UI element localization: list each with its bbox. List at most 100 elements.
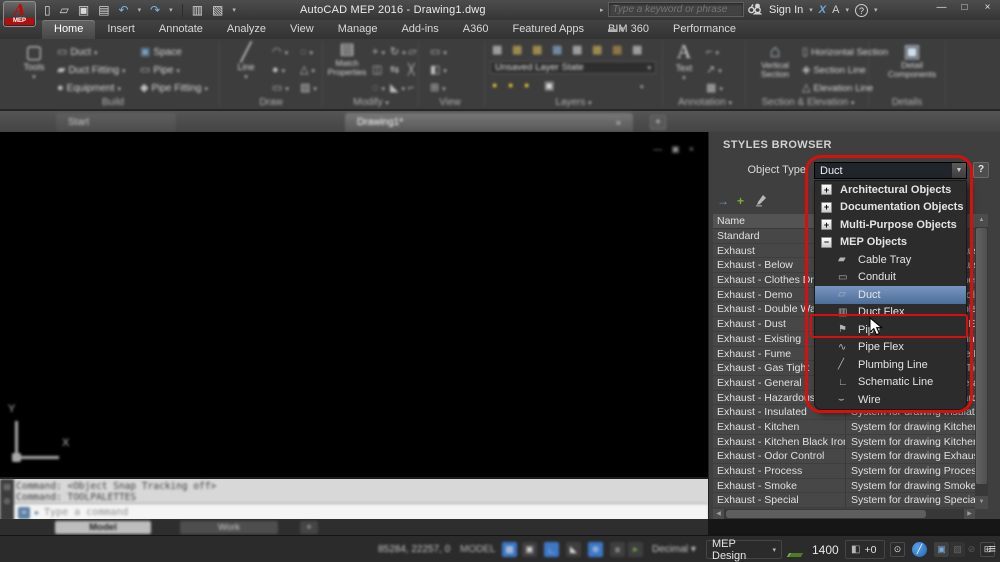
table-button[interactable]: ▦ ▾: [706, 83, 723, 94]
leader-button[interactable]: ↗ ▾: [706, 65, 722, 76]
viewport-config-button[interactable]: ◧ ▾: [430, 65, 447, 76]
details-panel-label[interactable]: Details: [870, 97, 944, 108]
save-icon[interactable]: ▣: [78, 4, 89, 16]
rectangle-button[interactable]: ▭ ▾: [272, 83, 289, 94]
drawing-canvas[interactable]: — ▣ × Y X: [0, 132, 708, 477]
scrollbar-thumb[interactable]: [726, 510, 926, 518]
horizontal-scrollbar[interactable]: ◀ ▶: [713, 509, 975, 519]
tree-expander-icon[interactable]: +: [821, 201, 832, 213]
ribbon-tab[interactable]: Manage: [326, 20, 390, 39]
circle-button[interactable]: ● ▾: [272, 65, 285, 76]
clean-screen-icon[interactable]: ▣: [934, 542, 949, 557]
ortho-mode-icon[interactable]: ∟: [544, 542, 559, 557]
layout-tab-model[interactable]: Model: [55, 521, 151, 534]
layer-bulb-3[interactable]: ●: [524, 81, 529, 90]
layers-panel-label[interactable]: Layers ▾: [485, 97, 662, 108]
array-button[interactable]: ◣ ▾: [390, 83, 405, 94]
qat-customize-icon[interactable]: ▾: [232, 6, 236, 14]
dropdown-item[interactable]: ▥ Duct Flex: [815, 304, 966, 322]
close-icon[interactable]: ×: [979, 2, 996, 13]
match-properties-button[interactable]: ▤ Match Properties: [327, 42, 367, 77]
ribbon-tab[interactable]: A360: [451, 20, 501, 39]
ribbon-tab[interactable]: Home: [42, 20, 96, 39]
dropdown-item[interactable]: ▭ Conduit: [815, 269, 966, 287]
snap-mode-icon[interactable]: ▣: [522, 542, 537, 557]
application-menu-button[interactable]: A MEP: [3, 1, 36, 27]
dropdown-item[interactable]: + Documentation Objects: [815, 199, 966, 217]
section-line-button[interactable]: ◈ Section Line: [802, 65, 866, 77]
duct-button[interactable]: ▭ Duct ▾: [57, 47, 97, 59]
layer-current-button[interactable]: ▣: [544, 81, 554, 92]
tree-expander-icon[interactable]: +: [821, 184, 832, 196]
tools-button[interactable]: ▢ Tools ▾: [14, 43, 54, 81]
layer-properties-button[interactable]: ▦: [492, 45, 502, 56]
viewport-minimize-icon[interactable]: —: [653, 144, 662, 155]
redo-icon[interactable]: ↷: [150, 4, 160, 16]
search-collapse-icon[interactable]: ▸: [600, 6, 604, 14]
ribbon-tab[interactable]: Add-ins: [389, 20, 450, 39]
scroll-up-icon[interactable]: ▲: [975, 214, 988, 227]
polygon-button[interactable]: △ ▾: [300, 65, 315, 76]
scrollbar-thumb[interactable]: [976, 228, 987, 484]
elevation-line-button[interactable]: △ Elevation Line: [802, 83, 873, 95]
sign-in-label[interactable]: Sign In: [769, 4, 803, 16]
dropdown-item[interactable]: ⌣ Wire: [815, 391, 966, 409]
copy-button[interactable]: ◫: [372, 65, 382, 76]
dropdown-item[interactable]: ∟ Schematic Line: [815, 374, 966, 392]
command-history-icon[interactable]: ▤: [0, 482, 14, 491]
horizontal-section-button[interactable]: ▯ Horizontal Section: [802, 47, 888, 59]
vertical-scrollbar[interactable]: ▲ ▼: [975, 214, 988, 509]
dropdown-item[interactable]: ▰ Cable Tray: [815, 251, 966, 269]
view-panel-label[interactable]: View: [418, 97, 482, 108]
viewport-restore-icon[interactable]: ▣: [671, 144, 680, 155]
close-tab-icon[interactable]: ×: [616, 118, 621, 128]
replace-z-control[interactable]: ◧ +0: [845, 540, 885, 559]
ribbon-tab[interactable]: Annotate: [147, 20, 215, 39]
table-row[interactable]: Exhaust - Odor Control System for drawin…: [713, 449, 975, 464]
ribbon-tab[interactable]: Insert: [95, 20, 147, 39]
space-button[interactable]: ▣ Space: [140, 47, 182, 59]
isolate-objects-icon[interactable]: ⊙: [890, 542, 905, 557]
model-space-badge[interactable]: MODEL: [460, 544, 496, 555]
help-icon[interactable]: ?: [854, 3, 868, 17]
exchange-apps-icon[interactable]: X: [819, 4, 826, 16]
ribbon-tab[interactable]: Featured Apps: [500, 20, 596, 39]
ribbon-tab[interactable]: BIM 360: [596, 20, 661, 39]
scroll-left-icon[interactable]: ◀: [713, 509, 724, 519]
ribbon-tab[interactable]: Performance: [661, 20, 748, 39]
layer-combo-arrow[interactable]: ▾: [640, 83, 644, 91]
customization-menu-icon[interactable]: ≡: [988, 542, 996, 555]
undo-icon[interactable]: ↶: [119, 4, 129, 16]
dimension-button[interactable]: ⌐ ▾: [706, 47, 719, 58]
layer-match-button[interactable]: ▦: [592, 45, 602, 56]
maximize-icon[interactable]: □: [956, 2, 973, 13]
elevation-value[interactable]: 1400: [812, 543, 839, 557]
dynamic-input-icon[interactable]: ▸: [628, 542, 643, 557]
osnap-icon[interactable]: ⊕: [588, 542, 603, 557]
build-panel-label[interactable]: Build: [10, 97, 216, 108]
workspace-switcher[interactable]: MEP Design ▾: [706, 538, 782, 562]
layer-state-combo[interactable]: Unsaved Layer State ▾: [490, 61, 656, 74]
purge-style-icon[interactable]: [755, 194, 767, 210]
redo-dropdown-icon[interactable]: ▾: [169, 6, 173, 14]
apply-style-icon[interactable]: →: [717, 194, 729, 208]
polar-tracking-icon[interactable]: ◣: [566, 542, 581, 557]
search-input[interactable]: [607, 2, 744, 17]
undo-dropdown-icon[interactable]: ▾: [138, 6, 142, 14]
mirror-button[interactable]: ⇆: [390, 65, 399, 76]
dropdown-item[interactable]: ⚑ Pipe: [815, 321, 966, 339]
a360-icon[interactable]: A: [832, 4, 839, 16]
tree-expander-icon[interactable]: −: [821, 236, 832, 248]
viewport-close-icon[interactable]: ×: [689, 144, 694, 155]
fillet-button[interactable]: ◌ ▾: [372, 83, 385, 94]
section-panel-label[interactable]: Section & Elevation ▾: [748, 97, 868, 108]
annotation-panel-label[interactable]: Annotation ▾: [665, 97, 745, 108]
trim-button[interactable]: ▱: [408, 47, 416, 58]
dropdown-item[interactable]: − MEP Objects: [815, 234, 966, 252]
modify-panel-label[interactable]: Modify ▾: [325, 97, 417, 108]
open-folder-icon[interactable]: ▱: [60, 4, 69, 16]
table-row[interactable]: Exhaust - Kitchen Black Iron System for …: [713, 434, 975, 450]
pipe-button[interactable]: ▭ Pipe ▾: [140, 65, 180, 77]
layer-prev-button[interactable]: ▦: [612, 45, 622, 56]
table-row[interactable]: Exhaust - Process System for drawing Pro…: [713, 464, 975, 479]
